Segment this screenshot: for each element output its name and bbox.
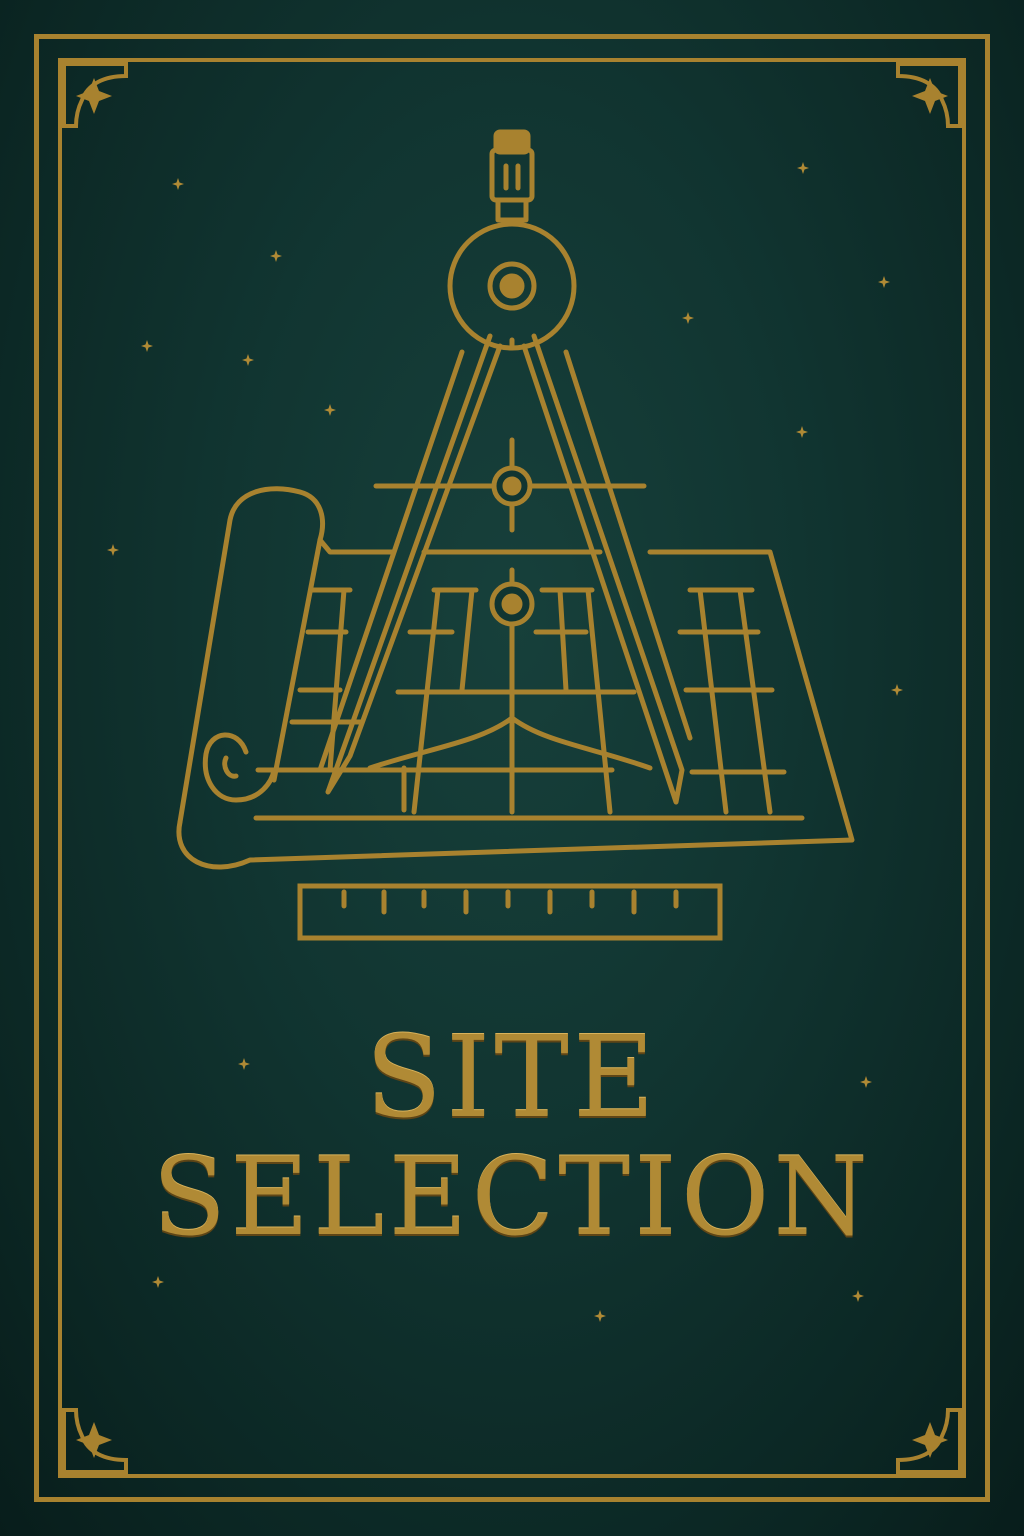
star-ornament-icon [896,1408,962,1474]
blueprint-scroll-icon [176,486,855,870]
cover-artwork [62,62,962,1474]
cover-title-line-2: SELECTION [152,1135,872,1260]
book-cover: SITE SELECTION [0,0,1024,1536]
ruler-icon [297,883,723,941]
compass-icon [317,129,693,805]
cover-title-line-1: SITE [365,1013,659,1143]
star-ornament-icon [896,62,962,128]
star-ornament-icon [62,1408,128,1474]
star-ornament-icon [62,62,128,128]
